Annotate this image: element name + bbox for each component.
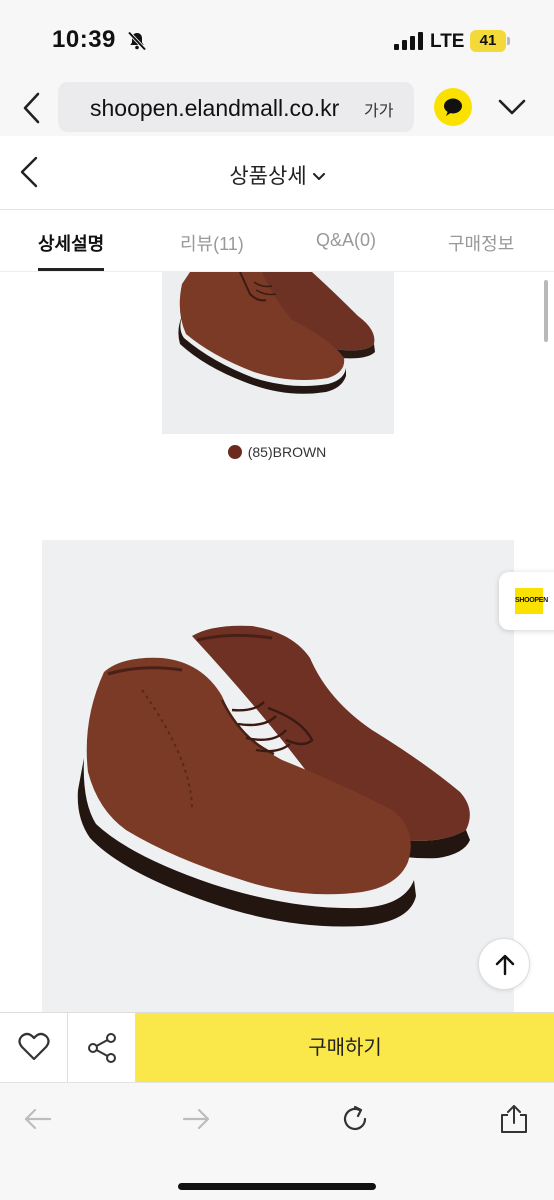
page-title-text[interactable]: 상품상세 — [229, 165, 306, 188]
reload-icon[interactable] — [339, 1103, 371, 1135]
tab-detail[interactable]: 상세설명 — [38, 230, 104, 256]
browser-forward-arrow-icon[interactable] — [180, 1103, 212, 1135]
wishlist-button[interactable] — [0, 1013, 68, 1083]
color-option-label: (85)BROWN — [247, 444, 327, 460]
shoe-illustration-small — [178, 272, 375, 394]
battery-icon: 41 — [470, 30, 510, 52]
share-export-icon[interactable] — [498, 1103, 530, 1135]
share-button[interactable] — [68, 1013, 136, 1083]
url-text[interactable]: shoopen.elandmall.co.kr — [90, 95, 358, 122]
signal-icon — [394, 32, 423, 50]
chevron-down-icon[interactable] — [496, 92, 528, 122]
product-image-main — [42, 540, 514, 1012]
tab-reviews[interactable]: 리뷰(11) — [180, 230, 244, 256]
status-bar: 10:39 LTE 41 — [0, 0, 554, 80]
buy-button[interactable]: 구매하기 — [136, 1013, 554, 1083]
purchase-action-bar: 구매하기 — [0, 1012, 554, 1083]
color-option: (85)BROWN — [0, 444, 554, 460]
active-tab-indicator — [38, 268, 104, 271]
product-image-top — [162, 272, 394, 434]
chat-bubble-icon — [444, 98, 462, 116]
heart-icon — [18, 1032, 50, 1061]
browser-back-arrow-icon[interactable] — [22, 1103, 54, 1135]
battery-nub — [507, 37, 510, 45]
scroll-top-button[interactable] — [478, 938, 530, 990]
browser-toolbar — [0, 1082, 554, 1200]
brand-badge-button[interactable]: SHOOPEN — [499, 572, 554, 630]
network-label: LTE — [430, 31, 465, 52]
status-time: 10:39 — [52, 26, 116, 53]
kakaotalk-button[interactable] — [434, 88, 472, 126]
url-field[interactable]: shoopen.elandmall.co.kr 가가 — [58, 82, 414, 132]
product-tabs: 상세설명 리뷰(11) Q&A(0) 구매정보 — [0, 210, 554, 272]
browser-back-icon[interactable] — [18, 90, 46, 126]
scrollbar[interactable] — [544, 280, 548, 342]
share-icon — [88, 1033, 116, 1063]
shoe-illustration-large — [77, 625, 470, 927]
text-size-button[interactable]: 가가 — [364, 97, 393, 121]
tab-purchase-info[interactable]: 구매정보 — [448, 230, 514, 256]
page-header: 상품상세 — [0, 136, 554, 210]
caret-down-icon[interactable] — [312, 173, 325, 181]
bell-muted-icon — [127, 31, 147, 51]
tab-qna[interactable]: Q&A(0) — [316, 230, 376, 251]
page-title[interactable]: 상품상세 — [0, 160, 554, 190]
color-swatch — [227, 445, 242, 459]
home-indicator — [178, 1183, 376, 1190]
browser-url-bar: shoopen.elandmall.co.kr 가가 — [0, 80, 554, 136]
arrow-up-icon — [495, 954, 515, 976]
product-detail-content[interactable]: (85)BROWN SHOOPEN — [0, 272, 554, 1012]
shoopen-logo: SHOOPEN — [515, 588, 548, 614]
page: 10:39 LTE 41 shoopen.elandmall.co.kr 가가 — [0, 0, 554, 1200]
battery-percent: 41 — [479, 32, 497, 49]
